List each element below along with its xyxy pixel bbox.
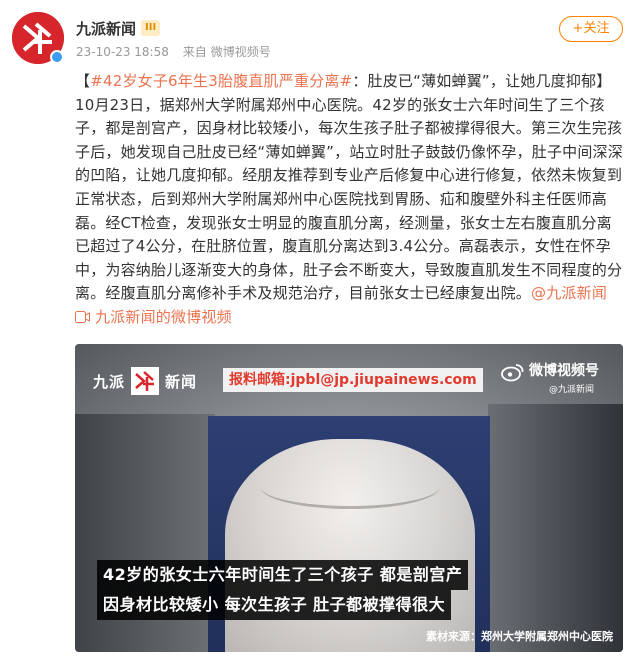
mention-link[interactable]: @九派新闻 [531,284,607,302]
subtitle-line-1: 42岁的张女士六年时间生了三个孩子 都是剖宫产 [97,560,469,590]
video-link[interactable]: 九派新闻的微博视频 [95,308,232,326]
video-link-icon[interactable] [75,308,95,326]
vip-badge[interactable]: III [141,20,161,36]
weibo-brand-handle: @九派新闻 [549,385,595,395]
author-name[interactable]: 九派新闻 [76,18,136,39]
source-prefix: 来自 [182,45,207,59]
bracket-open: 【 [75,72,91,90]
video-player[interactable]: 九派 新闻 报料邮箱:jpbl@jp.jiupainews.com 微博视频号 … [75,344,623,652]
post-source[interactable]: 微博视频号 [211,45,271,59]
post-text: 【#42岁女子6年生3胎腹直肌严重分离#：肚皮已“薄如蝉翼”，让她几度抑郁】10… [75,70,623,330]
video-watermark-logo: 九派 新闻 [93,366,197,396]
weibo-video-brand: 微博视频号 @九派新闻 [499,358,611,398]
subtitle-line-2: 因身材比较矮小 每次生孩子 肚子都被撑得很大 [97,590,452,620]
post-body: ：肚皮已“薄如蝉翼”，让她几度抑郁】10月23日，据郑州大学附属郑州中心医院。4… [75,72,623,303]
jiupai-watermark-icon [131,367,160,395]
verified-badge-icon [50,50,64,64]
follow-button[interactable]: +关注 [559,16,623,42]
video-crease [260,464,440,509]
topic-link[interactable]: #42岁女子6年生3胎腹直肌严重分离# [90,72,352,90]
post-header: 九派新闻 III 23-10-23 18:58 来自 微博视频号 +关注 [0,0,640,68]
weibo-brand-name: 微博视频号 [529,363,599,379]
video-bg-right [488,404,623,652]
watermark-right-text: 新闻 [165,372,198,391]
tip-email: 报料邮箱:jpbl@jp.jiupainews.com [223,368,483,392]
post-meta: 23-10-23 18:58 来自 微博视频号 [76,43,281,60]
post-timestamp[interactable]: 23-10-23 18:58 [76,45,169,59]
material-source: 素材来源：郑州大学附属郑州中心医院 [426,630,613,643]
weibo-icon [501,364,524,382]
watermark-left-text: 九派 [93,372,126,391]
